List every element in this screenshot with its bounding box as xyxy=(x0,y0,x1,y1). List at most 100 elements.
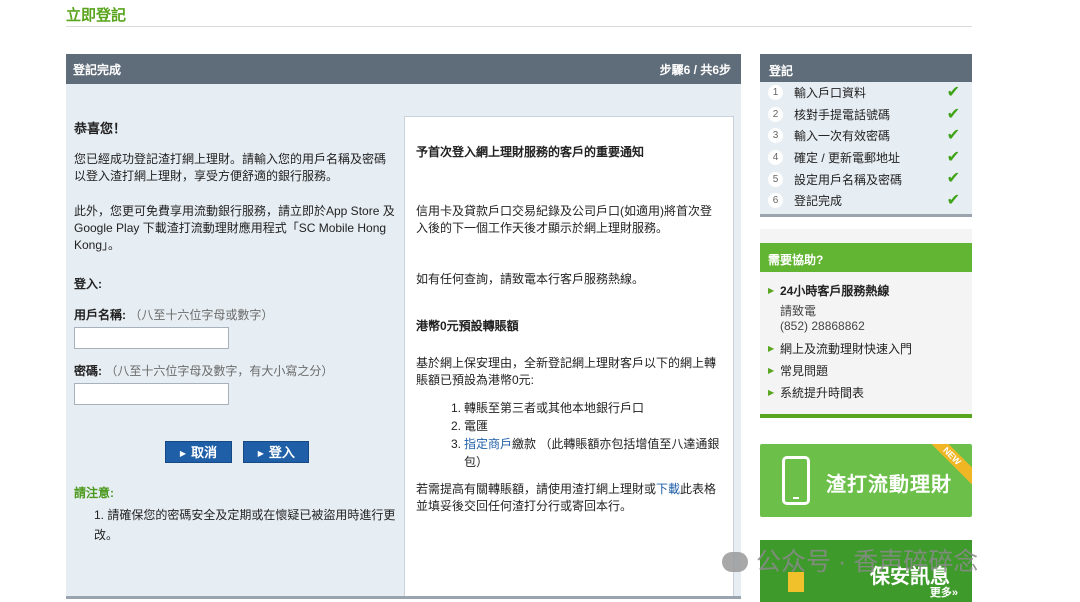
limit-heading: 港幣0元預設轉賬額 xyxy=(416,319,519,333)
help-top-spacer xyxy=(760,229,972,243)
login-heading: 登入: xyxy=(74,277,102,291)
more-link[interactable]: 更多» xyxy=(930,584,958,600)
check-icon: ✔ xyxy=(946,191,960,209)
panel-header-title: 登記完成 xyxy=(73,62,122,77)
steps-header: 登記 xyxy=(760,54,972,82)
password-label-row: 密碼: （八至十六位字母及數字，有大小寫之分） xyxy=(74,363,396,380)
list-item: 2. 電匯 xyxy=(451,417,723,435)
step-item: 2 核對手提電話號碼 ✔ xyxy=(760,104,972,126)
check-icon: ✔ xyxy=(946,148,960,166)
action-buttons: ▶ 取消 ▶ 登入 xyxy=(74,441,396,463)
help-link-maintenance-schedule[interactable]: ▶ 系統提升時間表 xyxy=(768,384,972,402)
step-number: 5 xyxy=(768,171,783,187)
bullet-icon: ▶ xyxy=(768,344,775,353)
list-item-number: 3. xyxy=(451,437,462,451)
notice-item: 1. 請確保您的密碼安全及定期或在懷疑已被盜用時進行更改。 xyxy=(94,508,396,542)
help-link-label: 系統提升時間表 xyxy=(780,386,865,400)
designated-merchant-link[interactable]: 指定商戶 xyxy=(464,437,512,451)
phone-home-button xyxy=(793,497,799,499)
list-item: 3. 指定商戶繳款 （此轉賬額亦包括增值至八達通銀包） xyxy=(451,435,723,471)
username-label: 用戶名稱: xyxy=(74,308,126,322)
congrats-heading: 恭喜您！ xyxy=(74,121,127,136)
list-item-number: 1. xyxy=(451,401,462,415)
hotline-number: (852) 28868862 xyxy=(780,319,865,333)
download-form-link[interactable]: 下載 xyxy=(656,482,680,496)
login-column: 恭喜您！ 您已經成功登記渣打網上理財。請輸入您的用戶名稱及密碼以登入渣打網上理財… xyxy=(74,120,396,545)
step-label: 輸入一次有效密碼 xyxy=(794,129,891,144)
help-header: 需要協助? xyxy=(760,243,972,272)
list-item-text: 轉賬至第三者或其他本地銀行戶口 xyxy=(464,401,645,415)
check-icon: ✔ xyxy=(946,127,960,145)
mobile-phone-icon xyxy=(782,456,810,505)
step-item: 1 輸入戶口資料 ✔ xyxy=(760,82,972,104)
help-link-label: 網上及流動理財快速入門 xyxy=(780,342,913,356)
check-icon: ✔ xyxy=(946,105,960,123)
hotline-call-text: 請致電 xyxy=(780,304,817,318)
login-button-label: 登入 xyxy=(268,445,295,460)
important-notice-box: 予首次登入網上理財服務的客戶的重要通知 信用卡及貸款戶口交易紀錄及公司戶口(如適… xyxy=(404,116,734,599)
step-indicator: 步驟6 / 共6步 xyxy=(659,62,731,77)
help-bottom-border xyxy=(760,414,972,418)
increase-limit-notice: 若需提高有關轉賬額，請使用渣打網上理財或下載此表格並填妥後交回任何渣打分行或寄回… xyxy=(416,481,723,515)
password-hint: （八至十六位字母及數字，有大小寫之分） xyxy=(105,364,334,378)
registration-complete-panel: 登記完成 步驟6 / 共6步 恭喜您！ 您已經成功登記渣打網上理財。請輸入您的用… xyxy=(66,54,741,599)
step-item: 3 輸入一次有效密碼 ✔ xyxy=(760,125,972,147)
help-list: ▶ 24小時客戶服務熱線 請致電 (852) 28868862 ▶ 網上及流動理財… xyxy=(760,272,972,402)
increase-limit-prefix: 若需提高有關轉賬額，請使用渣打網上理財或 xyxy=(416,482,657,496)
step-number: 2 xyxy=(768,106,783,122)
notice-heading: 予首次登入網上理財服務的客戶的重要通知 xyxy=(416,145,645,159)
page-title: 立即登記 xyxy=(66,7,127,24)
mobile-banking-banner[interactable]: 渣打流動理財 NEW xyxy=(760,444,972,517)
username-hint: （八至十六位字母或數字） xyxy=(129,308,274,322)
first-login-notice: 信用卡及貸款戶口交易紀錄及公司戶口(如適用)將首次登入後的下一個工作天後才顯示於… xyxy=(416,204,712,235)
hotline-details: 請致電 (852) 28868862 xyxy=(780,304,972,334)
step-number: 1 xyxy=(768,85,783,101)
step-label: 設定用戶名稱及密碼 xyxy=(794,172,903,187)
limit-list: 1. 轉賬至第三者或其他本地銀行戶口 2. 電匯 3. 指定商戶繳款 （此轉賬額亦包括… xyxy=(451,399,723,471)
step-item: 6 登記完成 ✔ xyxy=(760,190,972,212)
limit-description: 基於網上保安理由，全新登記網上理財客戶以下的網上轉賬額已預設為港幣0元: xyxy=(416,356,717,387)
bullet-icon: ▶ xyxy=(768,388,775,397)
list-item-text: 電匯 xyxy=(464,419,489,433)
notice-title: 請注意: xyxy=(74,486,114,500)
success-message: 您已經成功登記渣打網上理財。請輸入您的用戶名稱及密碼以登入渣打網上理財，享受方便… xyxy=(74,152,387,183)
watermark-text: 公众号 · 香声碎碎念 xyxy=(756,548,979,576)
password-input[interactable] xyxy=(74,383,229,405)
help-link-quick-start[interactable]: ▶ 網上及流動理財快速入門 xyxy=(768,340,972,358)
check-icon: ✔ xyxy=(946,84,960,101)
username-input[interactable] xyxy=(74,327,229,349)
step-number: 3 xyxy=(768,128,783,144)
notice-list: 1. 請確保您的密碼安全及定期或在懷疑已被盜用時進行更改。 xyxy=(94,505,396,545)
step-label: 輸入戶口資料 xyxy=(794,86,867,101)
step-label: 登記完成 xyxy=(794,194,843,209)
list-item-number: 2. xyxy=(451,419,462,433)
help-panel: 需要協助? ▶ 24小時客戶服務熱線 請致電 (852) 28868862 ▶ 網… xyxy=(760,229,972,418)
enquiry-notice: 如有任何查詢，請致電本行客戶服務熱線。 xyxy=(416,272,645,286)
password-label: 密碼: xyxy=(74,364,102,378)
help-link-faq[interactable]: ▶ 常見問題 xyxy=(768,362,972,380)
list-item: 1. 轉賬至第三者或其他本地銀行戶口 xyxy=(451,399,723,417)
watermark: 公众号 · 香声碎碎念 xyxy=(722,542,978,578)
arrow-right-icon: ▶ xyxy=(257,449,264,458)
step-label: 核對手提電話號碼 xyxy=(794,107,891,122)
step-number: 4 xyxy=(768,150,783,166)
step-item: 4 確定 / 更新電郵地址 ✔ xyxy=(760,147,972,169)
step-label: 確定 / 更新電郵地址 xyxy=(794,151,901,166)
wechat-icon xyxy=(722,552,748,572)
mobile-banner-text: 渣打流動理財 xyxy=(826,474,952,496)
username-label-row: 用戶名稱: （八至十六位字母或數字） xyxy=(74,307,396,324)
app-download-message: 此外，您更可免費享用流動銀行服務，請立即於App Store 及 Google … xyxy=(74,204,395,252)
panel-header: 登記完成 步驟6 / 共6步 xyxy=(66,54,741,84)
cancel-button[interactable]: ▶ 取消 xyxy=(165,441,232,463)
login-button[interactable]: ▶ 登入 xyxy=(243,441,310,463)
panel-bottom-border xyxy=(66,596,741,599)
cancel-button-label: 取消 xyxy=(191,445,218,460)
step-number: 6 xyxy=(768,193,783,209)
title-divider xyxy=(66,26,972,27)
check-icon: ✔ xyxy=(946,170,960,188)
hotline-title: 24小時客戶服務熱線 xyxy=(780,284,890,298)
bullet-icon: ▶ xyxy=(768,366,775,375)
arrow-right-icon: ▶ xyxy=(179,449,187,458)
steps-bottom-border xyxy=(760,214,972,217)
hotline-item: ▶ 24小時客戶服務熱線 請致電 (852) 28868862 xyxy=(768,282,972,334)
